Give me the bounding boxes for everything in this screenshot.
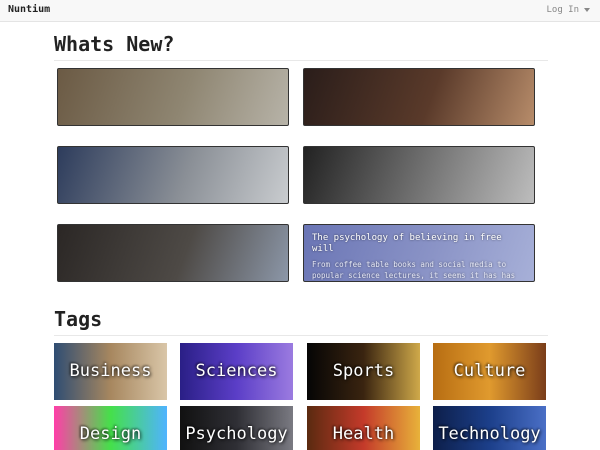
tag-label: Design: [79, 424, 142, 444]
tag-culture[interactable]: Culture: [433, 343, 546, 400]
caret-down-icon: [584, 7, 590, 12]
navbar: Nuntium Log In: [0, 0, 600, 22]
tag-psychology[interactable]: Psychology: [180, 406, 293, 450]
login-label: Log In: [546, 5, 579, 15]
tag-label: Culture: [453, 361, 526, 381]
section-divider: [54, 335, 548, 336]
news-card[interactable]: [303, 68, 535, 126]
news-card-description: From coffee table books and social media…: [312, 260, 516, 280]
brand-logo[interactable]: Nuntium: [8, 4, 50, 15]
tag-business[interactable]: Business: [54, 343, 167, 400]
news-card[interactable]: [57, 224, 289, 282]
news-card-caption: The psychology of believing in free will…: [312, 233, 528, 281]
tag-label: Sports: [332, 361, 395, 381]
login-dropdown[interactable]: Log In: [546, 5, 590, 15]
tag-label: Technology: [438, 424, 541, 444]
tag-label: Psychology: [185, 424, 288, 444]
tag-label: Health: [332, 424, 395, 444]
tag-sciences[interactable]: Sciences: [180, 343, 293, 400]
tag-sports[interactable]: Sports: [307, 343, 420, 400]
tag-label: Sciences: [195, 361, 278, 381]
whats-new-heading: Whats New?: [54, 32, 175, 56]
tag-health[interactable]: Health: [307, 406, 420, 450]
tag-design[interactable]: Design: [54, 406, 167, 450]
news-card[interactable]: [57, 146, 289, 204]
news-card-title[interactable]: The psychology of believing in free will: [312, 233, 528, 255]
tag-technology[interactable]: Technology: [433, 406, 546, 450]
tags-heading: Tags: [54, 307, 103, 331]
news-card[interactable]: [303, 146, 535, 204]
section-divider: [54, 60, 548, 61]
tag-label: Business: [69, 361, 152, 381]
news-card[interactable]: [57, 68, 289, 126]
news-card[interactable]: The psychology of believing in free will…: [303, 224, 535, 282]
